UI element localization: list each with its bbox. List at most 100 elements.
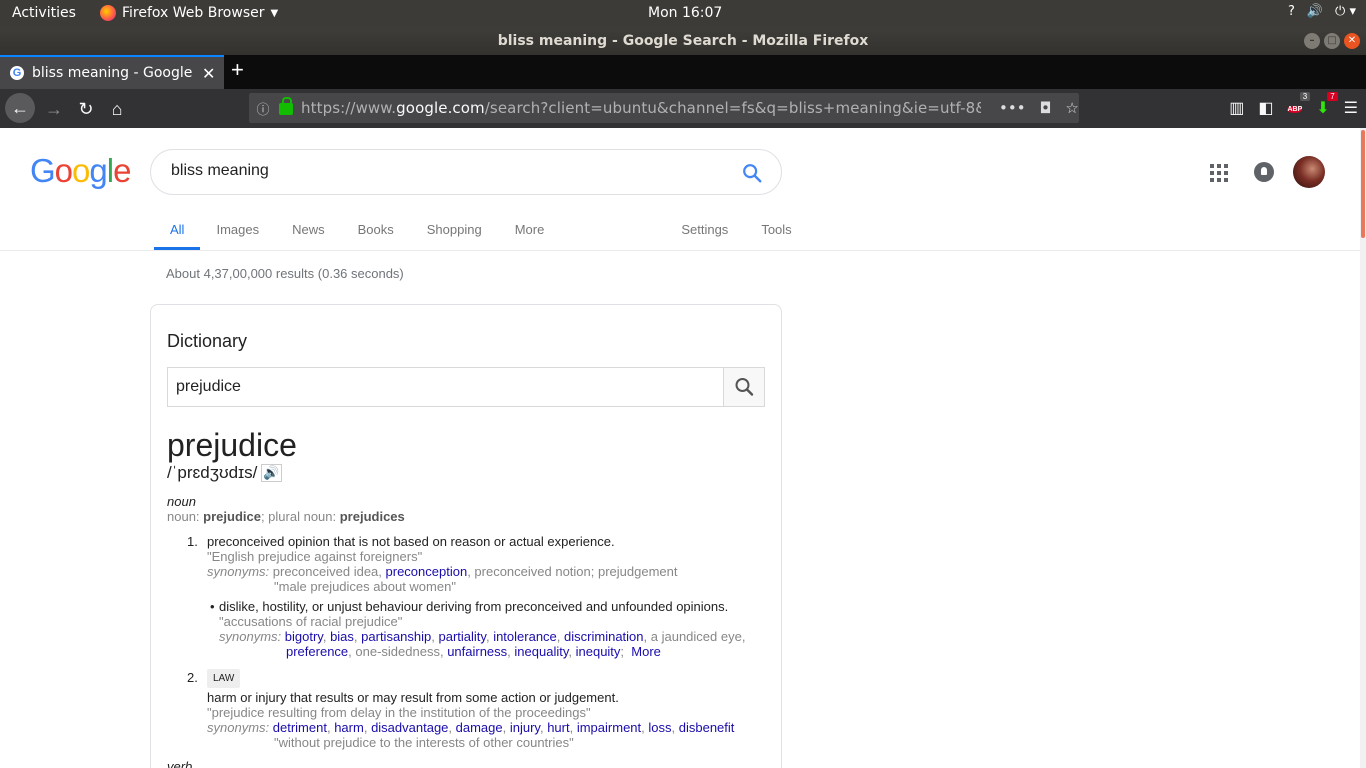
example: "accusations of racial prejudice" bbox=[219, 614, 403, 629]
example: "prejudice resulting from delay in the i… bbox=[207, 705, 591, 720]
google-logo[interactable]: Google bbox=[30, 152, 131, 190]
back-button[interactable]: ← bbox=[5, 93, 35, 123]
url-text[interactable]: https://www.google.com/search?client=ubu… bbox=[301, 99, 981, 117]
synonym-link[interactable]: preference bbox=[286, 644, 348, 659]
search-icon[interactable] bbox=[741, 162, 763, 184]
synonym-link[interactable]: bias bbox=[330, 629, 354, 644]
url-bar[interactable]: ⓘ https://www.google.com/search?client=u… bbox=[249, 93, 1079, 123]
dictionary-card: Dictionary prejudice /ˈprɛdʒʊdɪs/ 🔊 noun… bbox=[150, 304, 782, 768]
tab-shopping[interactable]: Shopping bbox=[411, 208, 499, 250]
synonym-link[interactable]: harm bbox=[334, 720, 364, 735]
reload-button[interactable]: ↻ bbox=[72, 95, 100, 123]
minimize-button[interactable]: – bbox=[1304, 33, 1320, 49]
sense-number: 1. bbox=[187, 534, 198, 549]
close-window-button[interactable]: ✕ bbox=[1344, 33, 1360, 49]
info-icon[interactable]: ⓘ bbox=[251, 99, 275, 118]
part-of-speech: noun bbox=[167, 494, 196, 509]
search-icon bbox=[735, 378, 754, 396]
maximize-button[interactable]: □ bbox=[1324, 33, 1340, 49]
sidebar-icon[interactable]: ◧ bbox=[1258, 98, 1273, 118]
synonym-link[interactable]: hurt bbox=[547, 720, 569, 735]
system-top-bar: Activities Firefox Web Browser ▼ Mon 16:… bbox=[0, 0, 1366, 27]
navigation-toolbar: ← → ↻ ⌂ ⓘ https://www.google.com/search?… bbox=[0, 89, 1366, 128]
synonym-link[interactable]: preconception bbox=[386, 564, 468, 579]
page-content: Google All Images News Books Shopping Mo… bbox=[0, 128, 1366, 768]
window-title-bar: bliss meaning - Google Search - Mozilla … bbox=[0, 27, 1366, 55]
notifications-icon[interactable] bbox=[1254, 162, 1274, 182]
tab-more[interactable]: More bbox=[499, 208, 562, 250]
search-box[interactable] bbox=[150, 149, 782, 195]
synonyms-continued: preference, one-sidedness, unfairness, i… bbox=[286, 644, 661, 659]
system-tray[interactable]: ? 🔊 ⏻ ▾ bbox=[1288, 4, 1356, 19]
firefox-icon bbox=[100, 5, 116, 21]
page-actions-icon[interactable]: ••• bbox=[999, 99, 1026, 117]
search-tabs: All Images News Books Shopping More Sett… bbox=[154, 208, 809, 250]
synonym-link[interactable]: partiality bbox=[439, 629, 486, 644]
synonym-link[interactable]: discrimination bbox=[564, 629, 643, 644]
scrollbar[interactable] bbox=[1360, 128, 1366, 768]
new-tab-button[interactable]: + bbox=[231, 57, 244, 83]
more-synonyms-link[interactable]: More bbox=[631, 644, 661, 659]
downloads-button[interactable]: ⬇ 7 bbox=[1316, 92, 1338, 118]
apps-grid-icon[interactable] bbox=[1210, 164, 1228, 182]
tab-images[interactable]: Images bbox=[200, 208, 276, 250]
hamburger-menu-icon[interactable]: ☰ bbox=[1344, 98, 1358, 118]
avatar[interactable] bbox=[1293, 156, 1325, 188]
definition: preconceived opinion that is not based o… bbox=[207, 534, 615, 549]
lock-icon[interactable] bbox=[279, 97, 293, 115]
synonym-link[interactable]: inequity bbox=[576, 644, 621, 659]
dictionary-search-button[interactable] bbox=[723, 368, 764, 406]
home-button[interactable]: ⌂ bbox=[103, 95, 131, 123]
dictionary-heading: Dictionary bbox=[167, 331, 248, 351]
dictionary-search-box[interactable] bbox=[167, 367, 765, 407]
synonym-link[interactable]: unfairness bbox=[447, 644, 507, 659]
scrollbar-thumb[interactable] bbox=[1361, 130, 1365, 238]
synonym-link[interactable]: disadvantage bbox=[371, 720, 448, 735]
adblock-plus-icon: ABP bbox=[1287, 106, 1303, 113]
close-tab-icon[interactable]: ✕ bbox=[202, 64, 215, 83]
phonetic-text: /ˈprɛdʒʊdɪs/ bbox=[167, 463, 258, 482]
help-icon[interactable]: ? bbox=[1288, 4, 1295, 19]
word-forms: noun: prejudice; plural noun: prejudices bbox=[167, 509, 405, 524]
app-menu-label: Firefox Web Browser bbox=[122, 5, 265, 21]
synonyms: synonyms: bigotry, bias, partisanship, p… bbox=[219, 629, 746, 644]
forward-button[interactable]: → bbox=[40, 95, 68, 123]
tab-tools[interactable]: Tools bbox=[745, 208, 808, 250]
synonym-link[interactable]: disbenefit bbox=[679, 720, 735, 735]
synonyms: synonyms: preconceived idea, preconcepti… bbox=[207, 564, 678, 579]
domain-tag: LAW bbox=[207, 669, 241, 688]
synonym-link[interactable]: loss bbox=[648, 720, 671, 735]
synonym-link[interactable]: detriment bbox=[273, 720, 327, 735]
library-icon[interactable]: ▥ bbox=[1229, 98, 1244, 118]
result-stats: About 4,37,00,000 results (0.36 seconds) bbox=[166, 266, 404, 281]
power-icon[interactable]: ⏻ ▾ bbox=[1335, 4, 1356, 19]
synonym-link[interactable]: bigotry bbox=[285, 629, 323, 644]
definition: dislike, hostility, or unjust behaviour … bbox=[219, 599, 729, 614]
activities-button[interactable]: Activities bbox=[12, 5, 76, 21]
definition: harm or injury that results or may resul… bbox=[207, 690, 619, 705]
synonym-link[interactable]: intolerance bbox=[493, 629, 557, 644]
browser-tab[interactable]: G bliss meaning - Google Se ✕ bbox=[0, 55, 224, 89]
sub-sense: • dislike, hostility, or unjust behaviou… bbox=[210, 599, 767, 659]
search-input[interactable] bbox=[171, 162, 731, 180]
dictionary-search-input[interactable] bbox=[176, 378, 716, 396]
clock[interactable]: Mon 16:07 bbox=[648, 5, 722, 21]
adblock-plus-button[interactable]: ABP 3 bbox=[1287, 92, 1311, 118]
speaker-icon[interactable]: 🔊 bbox=[261, 464, 282, 482]
synonym-link[interactable]: damage bbox=[456, 720, 503, 735]
volume-icon[interactable]: 🔊 bbox=[1307, 4, 1323, 19]
bookmark-star-icon[interactable]: ☆ bbox=[1065, 99, 1078, 117]
tab-all[interactable]: All bbox=[154, 208, 201, 250]
synonym-example: "without prejudice to the interests of o… bbox=[274, 735, 574, 750]
chevron-down-icon: ▼ bbox=[270, 7, 279, 19]
tab-settings[interactable]: Settings bbox=[665, 208, 745, 250]
tab-books[interactable]: Books bbox=[342, 208, 411, 250]
app-menu[interactable]: Firefox Web Browser ▼ bbox=[100, 5, 278, 21]
synonym-link[interactable]: injury bbox=[510, 720, 540, 735]
synonym-link[interactable]: partisanship bbox=[361, 629, 431, 644]
pocket-icon[interactable]: ◘ bbox=[1040, 99, 1052, 117]
synonym-link[interactable]: inequality bbox=[514, 644, 568, 659]
synonym-link[interactable]: impairment bbox=[577, 720, 641, 735]
tab-news[interactable]: News bbox=[276, 208, 342, 250]
synonyms: synonyms: detriment, harm, disadvantage,… bbox=[207, 720, 735, 735]
